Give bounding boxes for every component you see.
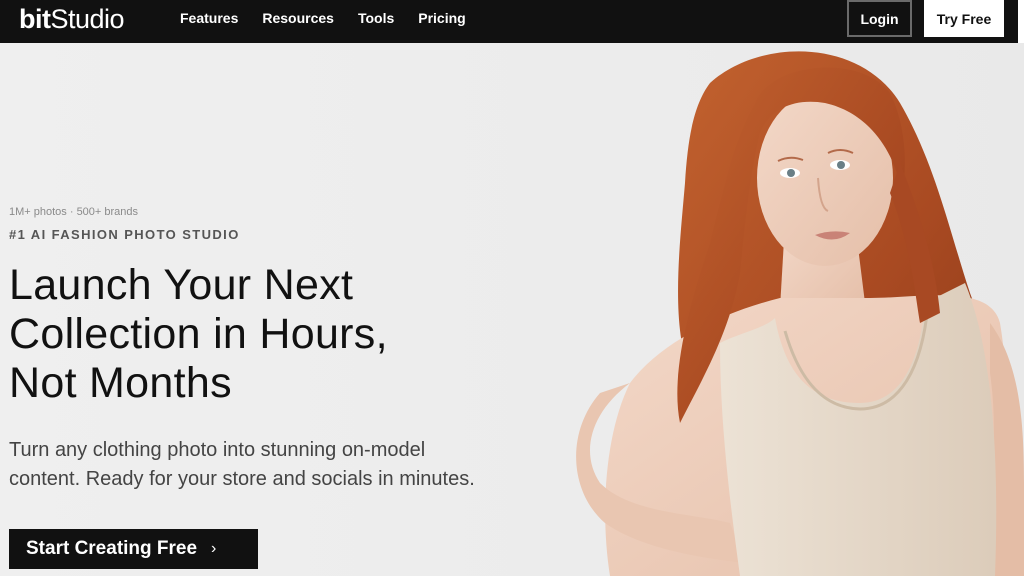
chevron-right-icon: › (211, 540, 217, 557)
hero-subtext: Turn any clothing photo into stunning on… (9, 436, 549, 494)
hero-eyebrow: #1 AI FASHION PHOTO STUDIO (9, 227, 240, 242)
nav-link-features[interactable]: Features (180, 10, 238, 26)
logo-bold-text: bit (19, 4, 51, 34)
subtext-line-2: content. Ready for your store and social… (9, 468, 475, 490)
subtext-line-1: Turn any clothing photo into stunning on… (9, 439, 426, 461)
headline-line-2: Collection in Hours, (9, 310, 388, 358)
hero-headline: Launch Your Next Collection in Hours, No… (9, 261, 569, 408)
social-proof-stats: 1M+ photos · 500+ brands (9, 206, 139, 218)
hero-model-photo (576, 51, 1024, 576)
cta-label: Start Creating Free (26, 538, 198, 559)
nav-link-pricing[interactable]: Pricing (418, 10, 465, 26)
login-button[interactable]: Login (847, 0, 912, 37)
nav-links: Features Resources Tools Pricing (180, 0, 490, 35)
start-creating-free-button[interactable]: Start Creating Free › (9, 529, 258, 569)
nav-link-tools[interactable]: Tools (358, 10, 394, 26)
headline-line-3: Not Months (9, 359, 232, 407)
logo-light-text: Studio (50, 4, 125, 34)
nav-link-resources[interactable]: Resources (262, 10, 334, 26)
try-free-button[interactable]: Try Free (924, 0, 1004, 37)
bitstudio-logo[interactable]: bitStudio (19, 4, 125, 35)
top-navigation: bitStudio Features Resources Tools Prici… (0, 0, 1024, 43)
headline-line-1: Launch Your Next (9, 261, 354, 309)
